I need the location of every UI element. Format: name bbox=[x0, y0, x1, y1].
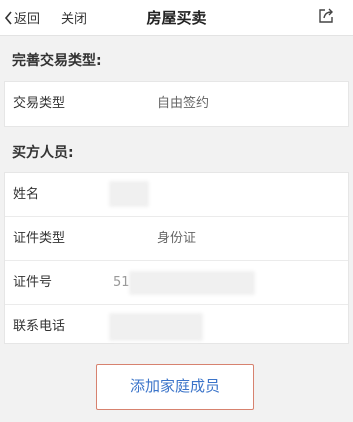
trade-card: 交易类型 自由签约 bbox=[4, 81, 349, 127]
trade-type-value: 自由签约 bbox=[157, 96, 210, 111]
page-title: 房屋买卖 bbox=[146, 9, 207, 27]
name-row[interactable]: 姓名 bbox=[5, 173, 348, 217]
name-redacted bbox=[109, 181, 149, 207]
header-bar: 返回 关闭 房屋买卖 bbox=[0, 0, 353, 36]
id-type-label: 证件类型 bbox=[13, 231, 66, 246]
trade-type-label: 交易类型 bbox=[13, 96, 66, 111]
id-number-label: 证件号 bbox=[13, 275, 53, 290]
id-type-row[interactable]: 证件类型 身份证 bbox=[5, 217, 348, 261]
share-button[interactable] bbox=[317, 7, 335, 29]
share-icon bbox=[319, 8, 333, 23]
phone-label: 联系电话 bbox=[13, 319, 66, 334]
id-number-redacted bbox=[129, 271, 255, 295]
id-number-row[interactable]: 证件号 51 bbox=[5, 261, 348, 305]
id-number-prefix: 51 bbox=[113, 275, 130, 290]
trade-section-title: 完善交易类型: bbox=[12, 53, 102, 69]
phone-row[interactable]: 联系电话 bbox=[5, 305, 348, 349]
add-family-member-button[interactable]: 添加家庭成员 bbox=[96, 364, 254, 410]
name-label: 姓名 bbox=[13, 187, 40, 202]
buyer-section-title: 买方人员: bbox=[12, 145, 74, 161]
buyer-card: 姓名 证件类型 身份证 证件号 51 联系电话 bbox=[4, 172, 349, 344]
trade-type-row[interactable]: 交易类型 自由签约 bbox=[5, 82, 348, 126]
id-type-value: 身份证 bbox=[157, 231, 197, 246]
phone-redacted bbox=[109, 313, 203, 341]
